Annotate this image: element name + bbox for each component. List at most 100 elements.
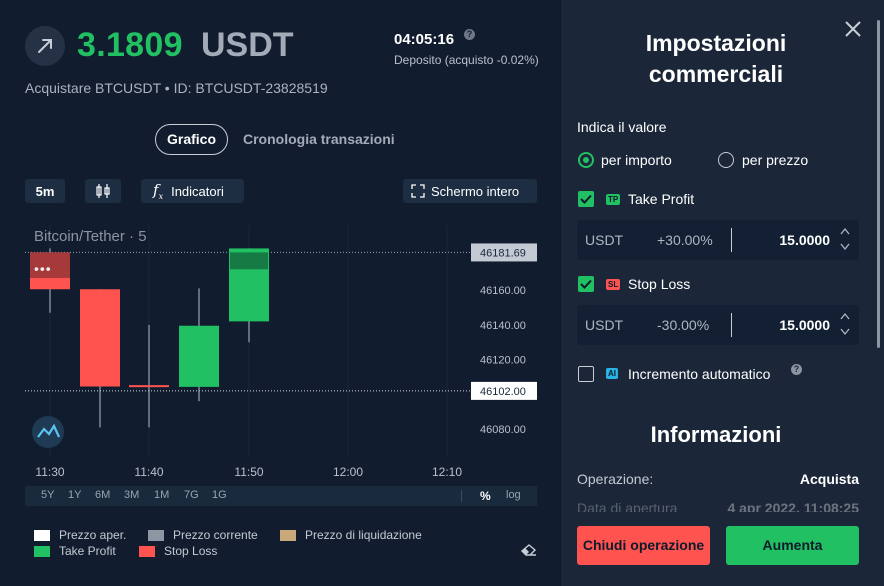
x-tick-label: 12:10 xyxy=(432,465,462,479)
close-icon[interactable] xyxy=(844,20,862,43)
candle-body xyxy=(80,289,120,387)
price-currency: USDT xyxy=(201,26,294,64)
increase-button[interactable]: Aumenta xyxy=(726,526,859,565)
chart-title: Bitcoin/Tether · 5 xyxy=(34,228,147,245)
sl-percent: -30.00% xyxy=(657,317,710,333)
trade-timer: 04:05:16 xyxy=(394,31,455,48)
tab-chart[interactable]: Grafico xyxy=(155,124,228,155)
candlestick-icon xyxy=(96,184,110,198)
legend-item: Prezzo corrente xyxy=(148,528,258,542)
tp-value[interactable]: 15.0000 xyxy=(779,232,830,248)
value-mode-label: Indica il valore xyxy=(577,119,667,135)
scale-percent[interactable]: % xyxy=(480,489,491,503)
deposit-label: Deposito (acquisto -0.02%) xyxy=(394,53,539,67)
sl-currency: USDT xyxy=(585,317,624,333)
radio-by-amount-label[interactable]: per importo xyxy=(601,152,672,168)
x-tick-label: 11:50 xyxy=(234,465,263,479)
candle-body xyxy=(129,385,169,388)
legend-label: Prezzo corrente xyxy=(173,528,258,542)
tp-tag: TP xyxy=(606,194,621,205)
upper-price-label: 46181.69 xyxy=(480,247,526,259)
buy-arrow-icon xyxy=(25,26,65,66)
function-icon: fx xyxy=(153,181,164,201)
indicators-label: Indicatori xyxy=(171,183,224,199)
info-title: Informazioni xyxy=(650,422,782,447)
radio-by-price-label[interactable]: per prezzo xyxy=(742,152,808,168)
sl-tag: SL xyxy=(606,279,621,290)
timeframe-1y[interactable]: 1Y xyxy=(68,489,81,501)
auto-increment-label: Incremento automatico xyxy=(628,366,771,382)
y-tick-label: 46160.00 xyxy=(480,285,526,297)
tp-marker xyxy=(230,252,268,270)
candle-body xyxy=(179,325,219,387)
stop-loss-checkbox[interactable] xyxy=(578,276,594,292)
tp-currency: USDT xyxy=(585,232,624,248)
legend-swatch xyxy=(280,529,296,541)
x-tick-label: 11:40 xyxy=(134,465,163,479)
legend-item: Prezzo aper. xyxy=(34,528,126,542)
legend-swatch xyxy=(148,529,164,541)
take-profit-label: Take Profit xyxy=(628,191,695,207)
legend-label: Take Profit xyxy=(59,544,116,558)
timeframe-1m[interactable]: 1M xyxy=(154,489,169,501)
timeframe-6m[interactable]: 6M xyxy=(95,489,110,501)
tp-percent: +30.00% xyxy=(657,232,713,248)
scale-log[interactable]: log xyxy=(506,489,521,501)
tp-divider xyxy=(731,228,732,252)
radio-by-price[interactable] xyxy=(718,152,734,168)
check-icon xyxy=(580,279,592,289)
indicators-button[interactable]: fx Indicatori xyxy=(141,179,244,203)
legend-label: Prezzo aper. xyxy=(59,528,127,542)
x-tick-label: 12:00 xyxy=(333,465,363,479)
y-tick-label: 46140.00 xyxy=(480,320,526,332)
timeframe-5y[interactable]: 5Y xyxy=(41,489,54,501)
sl-stepper-icon[interactable] xyxy=(840,311,850,342)
timeframe-1g[interactable]: 1G xyxy=(212,489,227,501)
close-trade-button[interactable]: Chiudi operazione xyxy=(577,526,710,565)
tab-history[interactable]: Cronologia transazioni xyxy=(243,131,395,147)
settings-scrollbar[interactable] xyxy=(877,20,880,348)
fullscreen-button[interactable]: Schermo intero xyxy=(403,179,537,203)
stop-loss-label: Stop Loss xyxy=(628,276,691,292)
y-tick-label: 46080.00 xyxy=(480,424,526,436)
timeframe-3m[interactable]: 3M xyxy=(124,489,139,501)
take-profit-field[interactable]: USDT +30.00% 15.0000 xyxy=(577,220,859,260)
help-icon[interactable]: ? xyxy=(464,29,475,40)
ai-tag: AI xyxy=(606,368,618,379)
scale-divider xyxy=(461,490,462,502)
eraser-icon[interactable] xyxy=(520,543,537,561)
candle-type-button[interactable] xyxy=(85,179,121,203)
legend-label: Prezzo di liquidazione xyxy=(305,528,422,542)
legend-swatch xyxy=(34,529,50,541)
sl-value[interactable]: 15.0000 xyxy=(779,317,830,333)
trade-subtitle: Acquistare BTCUSDT • ID: BTCUSDT-2382851… xyxy=(25,80,328,96)
legend-label: Stop Loss xyxy=(164,544,218,558)
radio-by-amount[interactable] xyxy=(578,152,594,168)
interval-button[interactable]: 5m xyxy=(25,179,65,203)
sl-divider xyxy=(731,313,732,337)
chart-logo-icon xyxy=(32,416,64,448)
stop-loss-field[interactable]: USDT -30.00% 15.0000 xyxy=(577,305,859,345)
legend-swatch xyxy=(139,545,155,557)
legend-item: Prezzo di liquidazione xyxy=(280,528,422,542)
x-tick-label: 11:30 xyxy=(35,465,64,479)
auto-increment-checkbox[interactable] xyxy=(578,366,594,382)
settings-title: Impostazioni commerciali xyxy=(645,30,787,87)
tp-stepper-icon[interactable] xyxy=(840,226,850,257)
take-profit-checkbox[interactable] xyxy=(578,191,594,207)
legend-item: Stop Loss xyxy=(139,544,217,558)
current-price: 3.1809 xyxy=(77,26,183,64)
fullscreen-label: Schermo intero xyxy=(431,183,520,199)
operation-label: Operazione: xyxy=(577,471,654,487)
legend-swatch xyxy=(34,545,50,557)
candle-menu-dots: ••• xyxy=(34,260,52,276)
timeframe-7g[interactable]: 7G xyxy=(184,489,199,501)
auto-increment-help-icon[interactable]: ? xyxy=(791,364,802,375)
y-tick-label: 46120.00 xyxy=(480,355,526,367)
check-icon xyxy=(580,194,592,204)
legend-item: Take Profit xyxy=(34,544,116,558)
operation-value: Acquista xyxy=(799,471,859,487)
current-price-label: 46102.00 xyxy=(480,386,526,398)
price-chart[interactable]: ••• 46160.00 46140.00 46120.00 46080.00 46181… xyxy=(25,225,537,485)
expand-icon xyxy=(411,184,425,198)
